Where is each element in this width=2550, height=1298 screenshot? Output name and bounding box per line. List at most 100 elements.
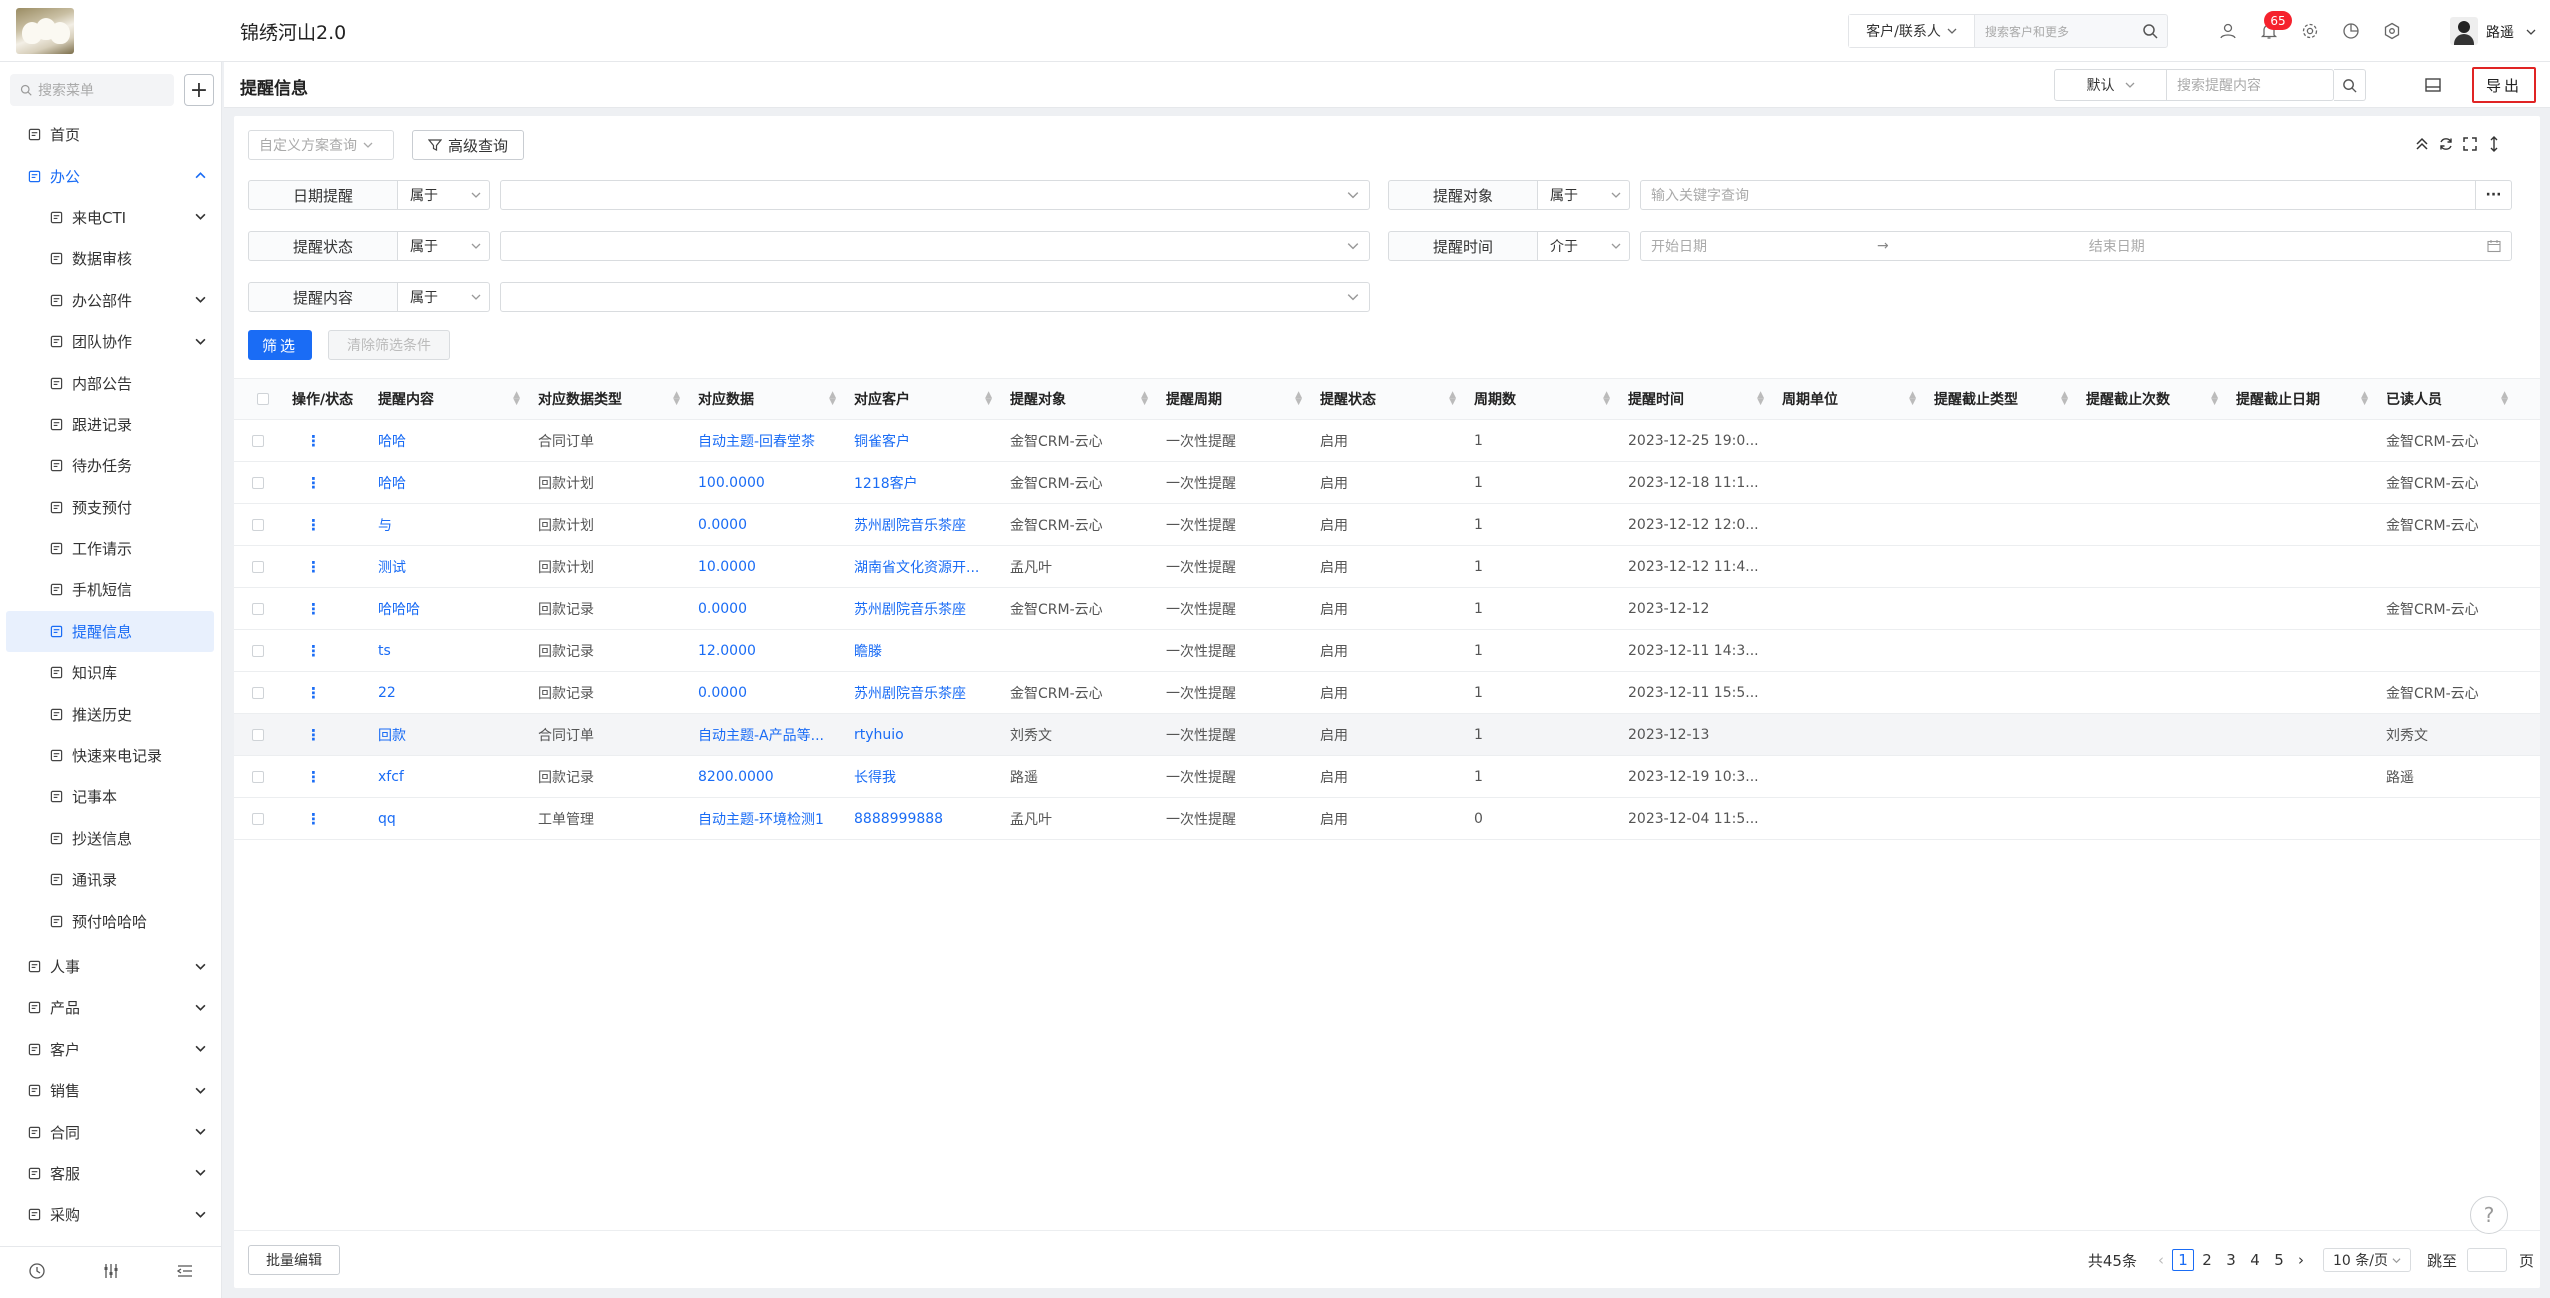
table-row[interactable]: ⋮ xfcf 回款记录 8200.0000 长得我 路遥 一次性提醒 启用 1 2023-12-1… — [234, 756, 2540, 798]
row-actions-icon[interactable]: ⋮ — [282, 630, 368, 671]
sort-icon[interactable]: ▲ ▼ — [673, 391, 680, 407]
table-row[interactable]: ⋮ 22 回款记录 0.0000 苏州剧院音乐茶座 金智CRM-云心 一次性提醒 启用 1 202… — [234, 672, 2540, 714]
cell-content[interactable]: 哈哈 — [378, 473, 406, 493]
column-header[interactable]: 提醒截止类型 ▲ ▼ — [1924, 379, 2076, 419]
filter-value-select[interactable] — [500, 282, 1370, 312]
sort-icon[interactable]: ▲ ▼ — [1757, 391, 1764, 407]
custom-scheme-select[interactable]: 自定义方案查询 — [248, 130, 394, 160]
contacts-icon[interactable] — [2217, 20, 2239, 42]
cell-customer[interactable]: 苏州剧院音乐茶座 — [854, 683, 966, 703]
row-checkbox[interactable] — [234, 462, 282, 503]
search-icon[interactable] — [2334, 69, 2366, 101]
row-checkbox[interactable] — [234, 504, 282, 545]
column-header[interactable]: 对应客户 ▲ ▼ — [844, 379, 1000, 419]
cell-data[interactable]: 0.0000 — [698, 517, 747, 533]
advanced-query-button[interactable]: 高级查询 — [412, 130, 524, 160]
row-actions-icon[interactable]: ⋮ — [282, 462, 368, 503]
row-actions-icon[interactable]: ⋮ — [282, 714, 368, 755]
menu-search-input[interactable]: 搜索菜单 — [10, 74, 174, 106]
add-menu-button[interactable]: + — [184, 74, 214, 106]
hexagon-settings-icon[interactable] — [2381, 20, 2403, 42]
sidebar-item-hr[interactable]: 人事 — [0, 946, 222, 987]
cell-data[interactable]: 0.0000 — [698, 601, 747, 617]
reminder-search-input[interactable]: 搜索提醒内容 — [2167, 75, 2333, 95]
sort-icon[interactable]: ▲ ▼ — [2061, 391, 2068, 407]
table-row[interactable]: ⋮ 回款 合同订单 自动主题-A产品等... rtyhuio 刘秀文 一次性提醒 启用 1 202… — [234, 714, 2540, 756]
cell-data[interactable]: 100.0000 — [698, 475, 765, 491]
page-number[interactable]: 4 — [2244, 1249, 2266, 1271]
table-row[interactable]: ⋮ 与 回款计划 0.0000 苏州剧院音乐茶座 金智CRM-云心 一次性提醒 启用 1 2023… — [234, 504, 2540, 546]
sort-icon[interactable]: ▲ ▼ — [985, 391, 992, 407]
cell-data[interactable]: 8200.0000 — [698, 769, 774, 785]
gear-icon[interactable] — [2299, 20, 2321, 42]
sidebar-item-contract[interactable]: 合同 — [0, 1111, 222, 1152]
row-height-icon[interactable] — [2484, 134, 2504, 154]
sidebar-item-knowledge[interactable]: 知识库 — [0, 652, 222, 693]
row-actions-icon[interactable]: ⋮ — [282, 588, 368, 629]
sidebar-item-sms[interactable]: 手机短信 — [0, 569, 222, 610]
cell-customer[interactable]: rtyhuio — [854, 727, 904, 743]
sidebar-item-cc[interactable]: 抄送信息 — [0, 818, 222, 859]
sort-icon[interactable]: ▲ ▼ — [2361, 391, 2368, 407]
cell-content[interactable]: 哈哈 — [378, 431, 406, 451]
row-actions-icon[interactable]: ⋮ — [282, 672, 368, 713]
cell-content[interactable]: ts — [378, 643, 391, 659]
sort-icon[interactable]: ▲ ▼ — [1295, 391, 1302, 407]
sidebar-item-quick-call[interactable]: 快速来电记录 — [0, 735, 222, 776]
column-header[interactable]: 周期单位 ▲ ▼ — [1772, 379, 1924, 419]
clear-filter-button[interactable]: 清除筛选条件 — [328, 330, 450, 360]
column-header[interactable]: 操作/状态 — [282, 379, 368, 419]
column-header[interactable]: 提醒状态 ▲ ▼ — [1310, 379, 1464, 419]
sort-icon[interactable]: ▲ ▼ — [513, 391, 520, 407]
sidebar-item-prepay2[interactable]: 预付哈哈哈 — [0, 900, 222, 941]
collapse-menu-icon[interactable] — [176, 1262, 194, 1284]
cell-content[interactable]: 哈哈哈 — [378, 599, 420, 619]
sidebar-item-home[interactable]: 首页 — [0, 114, 222, 155]
cell-customer[interactable]: 苏州剧院音乐茶座 — [854, 515, 966, 535]
jump-page-input[interactable] — [2466, 1248, 2507, 1272]
cell-content[interactable]: 测试 — [378, 557, 406, 577]
sidebar-item-office[interactable]: 办公 — [0, 155, 222, 196]
cell-content[interactable]: 与 — [378, 515, 392, 535]
page-number[interactable]: 5 — [2268, 1249, 2290, 1271]
column-header[interactable]: 对应数据 ▲ ▼ — [688, 379, 844, 419]
pie-chart-icon[interactable] — [2340, 20, 2362, 42]
page-number[interactable]: 3 — [2220, 1249, 2242, 1271]
sidebar-item-notebook[interactable]: 记事本 — [0, 776, 222, 817]
row-checkbox[interactable] — [234, 420, 282, 461]
filter-operator-select[interactable]: 属于 — [1538, 180, 1630, 210]
column-header[interactable]: 对应数据类型 ▲ ▼ — [528, 379, 688, 419]
sort-icon[interactable]: ▲ ▼ — [1909, 391, 1916, 407]
table-row[interactable]: ⋮ 哈哈 合同订单 自动主题-回春堂茶 铜雀客户 金智CRM-云心 一次性提醒 启用 1 2023… — [234, 420, 2540, 462]
page-size-select[interactable]: 10 条/页 — [2322, 1248, 2411, 1272]
row-checkbox[interactable] — [234, 714, 282, 755]
row-checkbox[interactable] — [234, 546, 282, 587]
sort-icon[interactable]: ▲ ▼ — [1141, 391, 1148, 407]
sort-icon[interactable]: ▲ ▼ — [1449, 391, 1456, 407]
sidebar-item-product[interactable]: 产品 — [0, 987, 222, 1028]
cell-customer[interactable]: 1218客户 — [854, 473, 918, 493]
page-number[interactable]: 2 — [2196, 1249, 2218, 1271]
page-number[interactable]: 1 — [2171, 1249, 2194, 1271]
target-keyword-input[interactable]: 输入关键字查询 ··· — [1640, 180, 2512, 210]
sidebar-item-announcement[interactable]: 内部公告 — [0, 362, 222, 403]
cell-data[interactable]: 自动主题-回春堂茶 — [698, 431, 815, 451]
table-row[interactable]: ⋮ qq 工单管理 自动主题-环境检测1 8888999888 孟凡叶 一次性提醒 启用 0 20… — [234, 798, 2540, 840]
cell-content[interactable]: qq — [378, 811, 396, 827]
filter-operator-select[interactable]: 介于 — [1538, 231, 1630, 261]
column-header[interactable]: 提醒截止日期 ▲ ▼ — [2226, 379, 2376, 419]
next-page-icon[interactable]: › — [2291, 1251, 2311, 1269]
app-logo[interactable] — [16, 8, 74, 54]
filter-operator-select[interactable]: 属于 — [398, 180, 490, 210]
username[interactable]: 路遥 — [2486, 22, 2536, 42]
batch-edit-button[interactable]: 批量编辑 — [248, 1245, 340, 1275]
column-header[interactable]: 提醒对象 ▲ ▼ — [1000, 379, 1156, 419]
history-icon[interactable] — [28, 1262, 46, 1284]
end-date-input[interactable]: 结束日期 — [2089, 236, 2145, 256]
avatar[interactable] — [2450, 17, 2478, 45]
prev-page-icon[interactable]: ‹ — [2151, 1251, 2171, 1269]
sidebar-item-contacts[interactable]: 通讯录 — [0, 859, 222, 900]
cell-data[interactable]: 自动主题-环境检测1 — [698, 809, 824, 829]
row-checkbox[interactable] — [234, 630, 282, 671]
cell-data[interactable]: 12.0000 — [698, 643, 756, 659]
